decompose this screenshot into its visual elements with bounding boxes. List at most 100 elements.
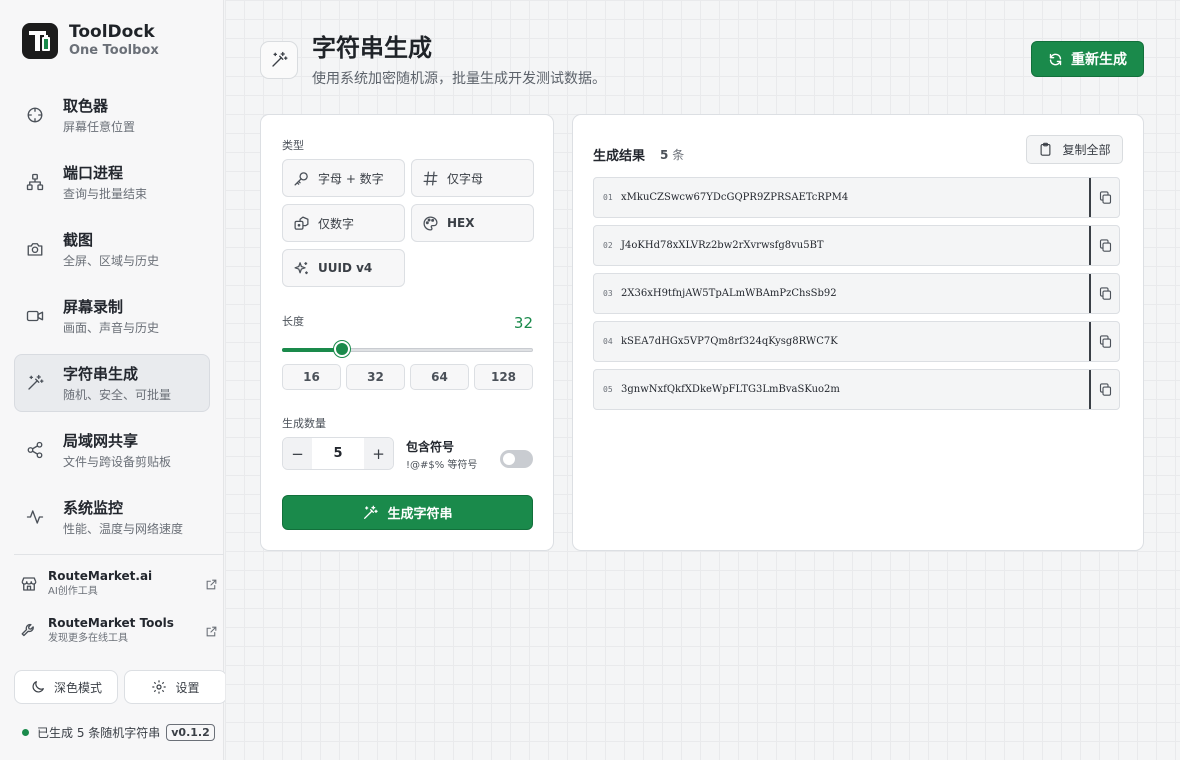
settings-button[interactable]: 设置 — [124, 670, 227, 704]
type-digits-button[interactable]: 仅数字 — [282, 204, 405, 242]
symbols-title: 包含符号 — [406, 440, 455, 454]
network-icon — [26, 173, 44, 191]
status-bar: 已生成 5 条随机字符串 v0.1.2 — [22, 724, 215, 741]
type-label-text: HEX — [447, 216, 475, 230]
external-link-desc: AI创作工具 — [48, 586, 98, 597]
toggle-knob — [503, 453, 515, 465]
generate-label: 生成字符串 — [387, 507, 453, 522]
length-preset-32[interactable]: 32 — [346, 364, 405, 390]
options-panel: 类型 字母 + 数字 仅字母 仅数字 HEX UUID v4 长度 32 16 … — [260, 114, 554, 551]
settings-label: 设置 — [175, 680, 200, 695]
sidebar-item-port-process[interactable]: 端口进程 查询与批量结束 — [14, 153, 210, 211]
clipboard-icon — [1041, 142, 1051, 156]
hash-icon — [423, 170, 438, 186]
activity-icon — [26, 510, 44, 524]
sidebar-item-label: 端口进程 — [63, 163, 124, 182]
symbols-desc: !@#$% 等符号 — [406, 460, 478, 471]
refresh-icon — [1049, 53, 1062, 65]
wrench-icon — [21, 623, 34, 637]
sidebar-item-label: 字符串生成 — [63, 364, 139, 383]
external-link-icon — [206, 579, 217, 589]
copy-row-button[interactable] — [1089, 274, 1119, 313]
length-preset-64[interactable]: 64 — [410, 364, 469, 390]
app-subtitle: One Toolbox — [69, 43, 159, 58]
sidebar-item-lan-share[interactable]: 局域网共享 文件与跨设备剪贴板 — [14, 421, 210, 479]
magic-wand-icon — [28, 374, 44, 390]
external-link-routemarket-tools[interactable]: RouteMarket Tools 发现更多在线工具 — [20, 616, 218, 646]
sidebar: ToolDock One Toolbox 取色器 屏幕任意位置 端口进程 查询与… — [0, 0, 227, 760]
sidebar-item-label: 局域网共享 — [63, 431, 139, 450]
symbols-toggle[interactable] — [500, 450, 533, 468]
increment-button[interactable]: + — [364, 438, 393, 469]
external-link-title: RouteMarket.ai — [48, 569, 153, 583]
sidebar-item-label: 取色器 — [63, 96, 109, 115]
sidebar-item-label: 屏幕录制 — [63, 297, 124, 316]
sidebar-item-color-picker[interactable]: 取色器 屏幕任意位置 — [14, 86, 210, 144]
copy-all-button[interactable]: 复制全部 — [1026, 135, 1123, 164]
sidebar-nav: 取色器 屏幕任意位置 端口进程 查询与批量结束 截图 全屏、区域与历史 屏幕录制… — [14, 86, 210, 555]
share-icon — [27, 441, 43, 459]
length-preset-16[interactable]: 16 — [282, 364, 341, 390]
version-badge: v0.1.2 — [166, 724, 215, 741]
copy-row-button[interactable] — [1089, 370, 1119, 409]
sidebar-item-desc: 全屏、区域与历史 — [63, 253, 160, 268]
type-letters-button[interactable]: 仅字母 — [411, 159, 534, 197]
sidebar-item-desc: 屏幕任意位置 — [63, 119, 136, 134]
copy-row-button[interactable] — [1089, 226, 1119, 265]
count-value[interactable]: 5 — [312, 438, 364, 469]
copy-all-label: 复制全部 — [1062, 143, 1111, 157]
copy-row-button[interactable] — [1089, 178, 1119, 217]
store-icon — [21, 577, 37, 591]
magic-wand-icon — [272, 51, 288, 67]
magic-wand-icon — [364, 505, 379, 519]
length-preset-128[interactable]: 128 — [474, 364, 533, 390]
sidebar-item-desc: 随机、安全、可批量 — [63, 387, 172, 402]
type-label-text: 字母 + 数字 — [318, 171, 384, 186]
result-value[interactable]: 2X36xH9tfnjAW5TpALmWBAmPzChsSb92 — [621, 288, 1089, 299]
sidebar-divider — [14, 554, 224, 555]
result-value[interactable]: xMkuCZSwcw67YDcGQPR9ZPRSAETcRPM4 — [621, 192, 1089, 203]
results-count: 5 条 — [660, 146, 684, 163]
regenerate-label: 重新生成 — [1071, 52, 1127, 68]
gear-icon — [152, 680, 167, 694]
sidebar-item-screen-record[interactable]: 屏幕录制 画面、声音与历史 — [14, 287, 210, 345]
result-row: 04 kSEA7dHGx5VP7Qm8rf324qKysg8RWC7K — [593, 321, 1120, 362]
copy-icon — [1099, 383, 1111, 396]
dice-icon — [294, 215, 309, 230]
decrement-button[interactable]: − — [283, 438, 312, 469]
result-value[interactable]: J4oKHd78xXLVRz2bw2rXvrwsfg8vu5BT — [621, 240, 1089, 251]
external-link-title: RouteMarket Tools — [48, 616, 174, 630]
length-label: 长度 — [282, 315, 304, 328]
external-link-routemarket-ai[interactable]: RouteMarket.ai AI创作工具 — [20, 569, 218, 599]
regenerate-button[interactable]: 重新生成 — [1031, 41, 1144, 77]
sidebar-item-string-generator[interactable]: 字符串生成 随机、安全、可批量 — [14, 354, 210, 412]
type-label-text: 仅字母 — [447, 171, 484, 186]
sidebar-item-system-monitor[interactable]: 系统监控 性能、温度与网络速度 — [14, 488, 210, 546]
palette-icon — [423, 215, 438, 231]
main-content: 字符串生成 使用系统加密随机源，批量生成开发测试数据。 重新生成 类型 字母 +… — [225, 0, 1180, 760]
result-row: 05 3gnwNxfQkfXDkeWpFLTG3LmBvaSKuo2m — [593, 369, 1120, 410]
result-row: 01 xMkuCZSwcw67YDcGQPR9ZPRSAETcRPM4 — [593, 177, 1120, 218]
type-hex-button[interactable]: HEX — [411, 204, 534, 242]
copy-icon — [1099, 239, 1111, 252]
moon-icon — [32, 681, 44, 693]
app-logo — [22, 22, 58, 59]
dark-mode-button[interactable]: 深色模式 — [14, 670, 118, 704]
generate-button[interactable]: 生成字符串 — [282, 495, 533, 530]
result-index: 05 — [603, 385, 613, 394]
result-value[interactable]: kSEA7dHGx5VP7Qm8rf324qKysg8RWC7K — [621, 336, 1089, 347]
results-title: 生成结果 — [593, 149, 646, 164]
result-index: 01 — [603, 193, 613, 202]
sidebar-item-desc: 画面、声音与历史 — [63, 320, 160, 335]
results-panel: 生成结果 5 条 复制全部 01 xMkuCZSwcw67YDcGQPR9ZPR… — [572, 114, 1144, 551]
length-slider-handle[interactable] — [334, 341, 350, 357]
result-value[interactable]: 3gnwNxfQkfXDkeWpFLTG3LmBvaSKuo2m — [621, 384, 1089, 395]
type-alphanumeric-button[interactable]: 字母 + 数字 — [282, 159, 405, 197]
sidebar-item-screenshot[interactable]: 截图 全屏、区域与历史 — [14, 220, 210, 278]
results-count-unit: 条 — [672, 148, 685, 162]
brand[interactable]: ToolDock One Toolbox — [22, 22, 159, 59]
type-uuid-button[interactable]: UUID v4 — [282, 249, 405, 287]
length-value: 32 — [513, 314, 533, 332]
sidebar-item-desc: 查询与批量结束 — [63, 186, 148, 201]
copy-row-button[interactable] — [1089, 322, 1119, 361]
